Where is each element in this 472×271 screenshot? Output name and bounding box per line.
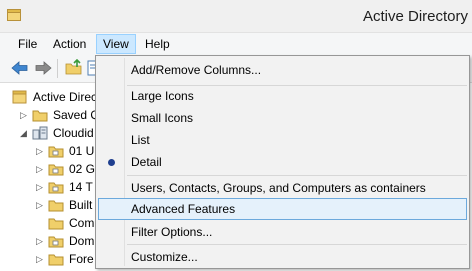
menu-item-label: Detail bbox=[131, 155, 162, 169]
menu-separator bbox=[127, 244, 467, 245]
toolbar-separator bbox=[57, 59, 58, 78]
active-directory-window: Active Directory File Action View Help A… bbox=[0, 0, 472, 271]
domain-icon bbox=[32, 126, 48, 140]
collapse-arrow-icon[interactable]: ◢ bbox=[20, 127, 30, 139]
app-icon bbox=[7, 9, 21, 21]
menu-action[interactable]: Action bbox=[46, 34, 93, 54]
up-folder-icon[interactable] bbox=[64, 59, 84, 77]
tree-item-label: Com bbox=[69, 216, 95, 230]
menu-item-detail[interactable]: Detail bbox=[98, 151, 467, 173]
ou-folder-icon bbox=[48, 236, 64, 248]
expand-arrow-icon[interactable]: ▷ bbox=[36, 199, 46, 211]
tree-item-label: 02 G bbox=[69, 162, 96, 176]
back-arrow-icon[interactable] bbox=[10, 59, 30, 77]
menu-file[interactable]: File bbox=[11, 34, 44, 54]
menu-item-label: Users, Contacts, Groups, and Computers a… bbox=[131, 181, 426, 195]
menu-item-filter-options[interactable]: Filter Options... bbox=[98, 221, 467, 243]
ou-folder-icon bbox=[48, 164, 64, 176]
menu-item-customize[interactable]: Customize... bbox=[98, 246, 467, 268]
menu-item-advanced-features[interactable]: Advanced Features bbox=[98, 198, 467, 220]
expand-arrow-icon[interactable]: ▷ bbox=[36, 253, 46, 265]
expand-arrow-icon[interactable]: ▷ bbox=[36, 181, 46, 193]
menu-item-label: List bbox=[131, 133, 150, 147]
forward-arrow-icon[interactable] bbox=[33, 59, 53, 77]
menu-item-list[interactable]: List bbox=[98, 129, 467, 151]
tree-item-label: Built bbox=[69, 198, 93, 212]
menu-help[interactable]: Help bbox=[138, 34, 177, 54]
ad-root-icon bbox=[12, 90, 27, 104]
menu-item-users-as-containers[interactable]: Users, Contacts, Groups, and Computers a… bbox=[98, 177, 467, 199]
menu-item-label: Filter Options... bbox=[131, 225, 213, 239]
tree-item-label: 14 T bbox=[69, 180, 93, 194]
menu-separator bbox=[127, 175, 467, 176]
window-title: Active Directory bbox=[362, 8, 468, 25]
expand-arrow-icon[interactable]: ▷ bbox=[36, 163, 46, 175]
tree-item-label: Dom bbox=[69, 234, 95, 248]
menu-item-label: Customize... bbox=[131, 250, 198, 264]
ou-folder-icon bbox=[48, 146, 64, 158]
tree-item-label: Saved Q bbox=[53, 108, 100, 122]
menu-item-label: Advanced Features bbox=[131, 202, 236, 216]
radio-bullet-icon bbox=[108, 159, 115, 166]
menu-view[interactable]: View bbox=[96, 34, 136, 54]
menu-item-large-icons[interactable]: Large Icons bbox=[98, 85, 467, 107]
view-menu-dropdown: Add/Remove Columns... Large Icons Small … bbox=[95, 55, 470, 269]
menu-item-small-icons[interactable]: Small Icons bbox=[98, 107, 467, 129]
expand-arrow-icon[interactable]: ▷ bbox=[36, 235, 46, 247]
tree-item-label: Active Direct bbox=[33, 90, 101, 104]
tree-expander bbox=[36, 217, 46, 229]
menu-item-label: Add/Remove Columns... bbox=[131, 63, 262, 77]
title-bar: Active Directory bbox=[0, 0, 472, 33]
tree-item-label: Cloudid bbox=[53, 126, 94, 140]
folder-icon bbox=[48, 254, 64, 266]
tree-item-label: Fore bbox=[69, 252, 94, 266]
menu-item-label: Large Icons bbox=[131, 89, 194, 103]
folder-icon bbox=[48, 218, 64, 230]
menu-item-add-remove-columns[interactable]: Add/Remove Columns... bbox=[98, 59, 467, 81]
expand-arrow-icon[interactable]: ▷ bbox=[20, 109, 30, 121]
folder-icon bbox=[48, 200, 64, 212]
tree-item-label: 01 U bbox=[69, 144, 95, 158]
menu-bar: File Action View Help bbox=[0, 33, 472, 55]
expand-arrow-icon[interactable]: ▷ bbox=[36, 145, 46, 157]
folder-icon bbox=[32, 110, 48, 122]
ou-folder-icon bbox=[48, 182, 64, 194]
menu-item-label: Small Icons bbox=[131, 111, 194, 125]
